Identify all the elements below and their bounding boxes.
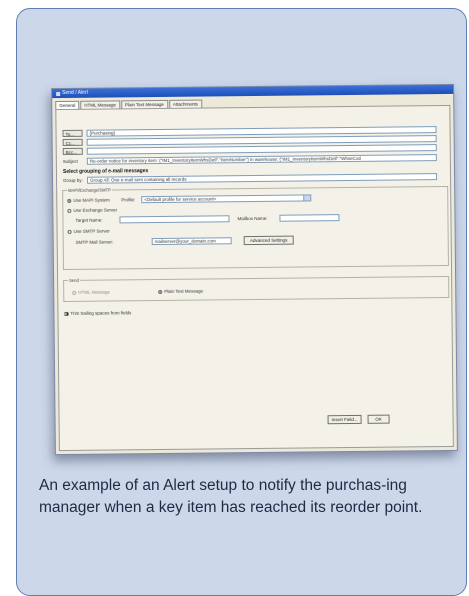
screenshot: Send / Alert General HTML Message Plain … [51, 83, 458, 456]
html-message-radio[interactable] [72, 290, 77, 295]
general-panel: To... {Purchasing} Cc... Bcc... Subject … [55, 104, 454, 452]
alert-window: Send / Alert General HTML Message Plain … [51, 83, 458, 456]
group-by-label: Group by: [63, 177, 83, 183]
profile-select[interactable]: <Default profile for service account> [141, 194, 312, 204]
smtp-server-field[interactable]: mailserver@your_domain.com [151, 237, 232, 246]
advanced-settings-button[interactable]: Advanced Settings [243, 235, 294, 246]
use-exchange-label: Use Exchange Server [73, 207, 118, 213]
use-smtp-radio[interactable] [67, 229, 72, 234]
smtp-server-label: SMTP Mail Server: [75, 239, 114, 245]
plain-text-label: Plain Text Message [164, 288, 204, 294]
html-message-label: HTML Message [78, 289, 110, 295]
to-button[interactable]: To... [62, 129, 83, 138]
bcc-field[interactable] [86, 144, 437, 155]
mapi-group-title: MAPI/Exchange/SMTP [67, 187, 113, 193]
mapi-exchange-smtp-group: MAPI/Exchange/SMTP Use MAPI System Profi… [62, 185, 449, 271]
ok-button[interactable]: OK [367, 414, 390, 424]
send-group-title: Send [68, 277, 80, 283]
grouping-heading: Select grouping of e-mail messages [62, 168, 149, 176]
target-name-label: Target Name: [75, 217, 103, 223]
subject-label: Subject [62, 158, 78, 165]
send-group: Send HTML Message Plain Text Message [63, 275, 450, 303]
trim-spaces-checkbox[interactable] [64, 311, 69, 316]
figure-card: Send / Alert General HTML Message Plain … [16, 8, 467, 596]
use-mapi-radio[interactable] [67, 198, 72, 203]
use-mapi-label: Use MAPI System [73, 197, 110, 203]
chevron-down-icon[interactable] [303, 195, 311, 201]
trim-spaces-label: Trim trailing spaces from fields [70, 310, 132, 316]
bcc-button[interactable]: Bcc... [62, 147, 83, 156]
use-exchange-radio[interactable] [67, 208, 72, 213]
plain-text-radio[interactable] [158, 289, 163, 294]
group-by-select[interactable]: Group All: One e-mail sent containing al… [87, 173, 438, 184]
target-name-field[interactable] [119, 215, 230, 224]
insert-field-button[interactable]: Insert Field... [327, 414, 362, 425]
mailbox-name-field[interactable] [279, 214, 340, 222]
profile-label: Profile: [121, 197, 136, 203]
cc-button[interactable]: Cc... [62, 138, 83, 147]
figure-caption: An example of an Alert setup to notify t… [39, 477, 423, 516]
use-smtp-label: Use SMTP Server [73, 228, 110, 234]
app-icon [56, 91, 61, 96]
window-titlebar: Send / Alert [52, 84, 454, 99]
mailbox-name-label: Mailbox Name: [237, 215, 268, 222]
profile-value: <Default profile for service account> [144, 196, 217, 203]
tab-general[interactable]: General [55, 100, 80, 110]
group-by-value: Group All: One e-mail sent containing al… [90, 176, 187, 183]
window-title: Send / Alert [62, 89, 89, 97]
subject-field[interactable]: Re-order notice for inventory item: {"IM… [86, 154, 437, 165]
